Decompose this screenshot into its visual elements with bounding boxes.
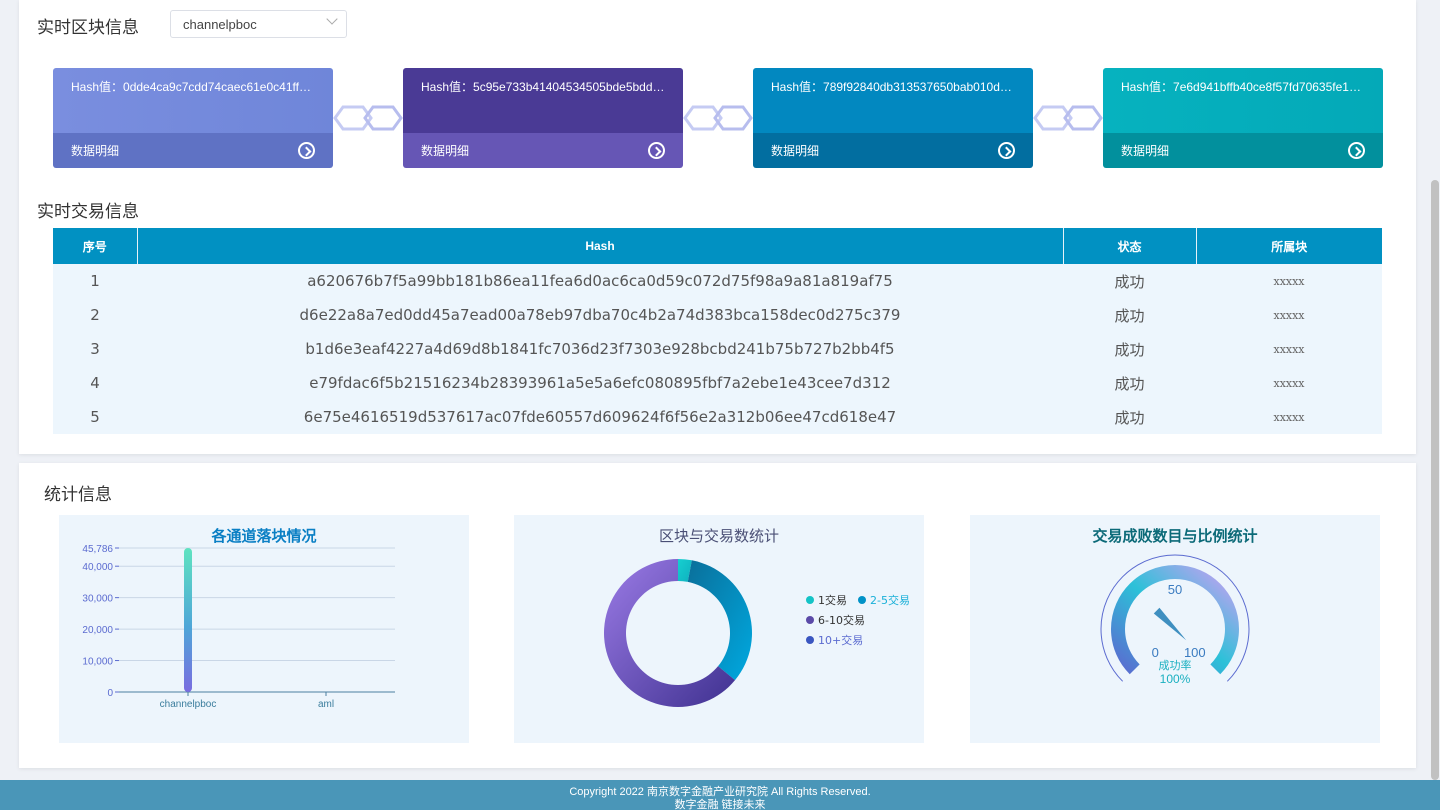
row-hash: b1d6e3eaf4227a4d69d8b1841fc7036d23f7303e…	[137, 332, 1063, 366]
table-row[interactable]: 4 e79fdac6f5b21516234b28393961a5e5a6efc0…	[53, 366, 1382, 400]
gauge-tick-label: 100	[1184, 645, 1206, 660]
x-tick-label: channelpboc	[160, 699, 217, 710]
legend-swatch	[806, 596, 814, 604]
donut-slice[interactable]	[687, 560, 752, 681]
header-status: 状态	[1063, 228, 1197, 264]
table-row[interactable]: 1 a620676b7f5a99bb181b86ea11fea6d0ac6ca0…	[53, 264, 1382, 298]
realtime-block-title: 实时区块信息	[37, 18, 139, 38]
row-hash: e79fdac6f5b21516234b28393961a5e5a6efc080…	[137, 366, 1063, 400]
row-index: 4	[53, 366, 137, 400]
bar-chart: 45,786 40,000 30,000 20,000 10,000 0 channelpb…	[82, 544, 395, 710]
block-hash: Hash值：5c95e733b41404534505bde5bddfa9…	[403, 68, 683, 133]
channel-select-value: channelpboc	[183, 17, 257, 32]
row-block: xxxxx	[1196, 366, 1382, 400]
donut-chart-panel: 区块与交易数统计 1交易 2-5交易 6-10交易 10+交易	[514, 515, 924, 743]
chain-link-icon	[333, 105, 403, 131]
block-detail-bar[interactable]: 数据明细	[53, 133, 333, 168]
donut-chart: 1交易 2-5交易 6-10交易 10+交易	[604, 559, 910, 707]
footer: Copyright 2022 南京数字金融产业研究院 All Rights Re…	[0, 780, 1440, 810]
y-tick-label: 40,000	[82, 562, 113, 573]
block-card[interactable]: Hash值：789f92840db313537650bab010d339… 数据…	[753, 68, 1033, 168]
footer-slogan: 数字金融 链接未来	[674, 799, 766, 810]
block-detail-bar[interactable]: 数据明细	[403, 133, 683, 168]
chain-link-icon	[1033, 105, 1103, 131]
row-block: xxxxx	[1196, 332, 1382, 366]
row-index: 5	[53, 400, 137, 434]
legend-swatch	[806, 616, 814, 624]
legend-swatch	[858, 596, 866, 604]
chevron-down-icon	[326, 13, 338, 25]
row-status: 成功	[1063, 366, 1196, 400]
block-detail-label: 数据明细	[71, 144, 120, 158]
y-tick-label: 20,000	[82, 625, 113, 636]
block-hash: Hash值：789f92840db313537650bab010d339…	[753, 68, 1033, 133]
legend-label[interactable]: 1交易	[818, 593, 847, 607]
row-block: xxxxx	[1196, 400, 1382, 434]
arrow-right-circle-icon[interactable]	[298, 142, 315, 159]
x-tick-label: aml	[318, 699, 334, 710]
arrow-right-circle-icon[interactable]	[998, 142, 1015, 159]
bar-chart-panel: 各通道落块情况 45,786 40,000 30,000 20,000 10,000 0 c…	[59, 515, 469, 743]
block-hash: Hash值：0dde4ca9c7cdd74caec61e0c41ff570…	[53, 68, 333, 133]
row-hash: d6e22a8a7ed0dd45a7ead00a78eb97dba70c4b2a…	[137, 298, 1063, 332]
row-status: 成功	[1063, 298, 1196, 332]
row-block: xxxxx	[1196, 298, 1382, 332]
arrow-right-circle-icon[interactable]	[1348, 142, 1365, 159]
stats-title: 统计信息	[44, 485, 112, 505]
table-row[interactable]: 2 d6e22a8a7ed0dd45a7ead00a78eb97dba70c4b…	[53, 298, 1382, 332]
y-tick-label: 30,000	[82, 594, 113, 605]
gauge-value: 100%	[1160, 672, 1191, 686]
table-row[interactable]: 5 6e75e4616519d537617ac07fde60557d609624…	[53, 400, 1382, 434]
y-tick-label: 10,000	[82, 657, 113, 668]
row-status: 成功	[1063, 264, 1196, 298]
gauge-chart: 0 50 100成功率100%	[1100, 554, 1250, 686]
chain-link-icon	[683, 105, 753, 131]
legend-swatch	[806, 636, 814, 644]
row-status: 成功	[1063, 400, 1196, 434]
block-card[interactable]: Hash值：0dde4ca9c7cdd74caec61e0c41ff570… 数…	[53, 68, 333, 168]
block-detail-label: 数据明细	[771, 144, 820, 158]
block-detail-bar[interactable]: 数据明细	[1103, 133, 1383, 168]
row-hash: a620676b7f5a99bb181b86ea11fea6d0ac6ca0d5…	[137, 264, 1063, 298]
header-hash: Hash	[137, 228, 1064, 264]
gauge-chart-panel: 交易成败数目与比例统计 0 50 100 成功率 100%	[970, 515, 1380, 743]
tx-table-header: 序号 Hash 状态 所属块	[53, 228, 1382, 264]
realtime-tx-title: 实时交易信息	[37, 202, 139, 222]
y-tick-label: 45,786	[82, 544, 113, 555]
arrow-right-circle-icon[interactable]	[648, 142, 665, 159]
gauge-needle	[1153, 607, 1187, 641]
block-card[interactable]: Hash值：5c95e733b41404534505bde5bddfa9… 数据…	[403, 68, 683, 168]
block-detail-bar[interactable]: 数据明细	[753, 133, 1033, 168]
block-card[interactable]: Hash值：7e6d941bffb40ce8f57fd70635fe1244… …	[1103, 68, 1383, 168]
channel-select[interactable]: channelpboc	[170, 10, 347, 38]
header-block: 所属块	[1196, 228, 1382, 264]
block-detail-label: 数据明细	[1121, 144, 1170, 158]
row-index: 1	[53, 264, 137, 298]
tx-table: 序号 Hash 状态 所属块 1 a620676b7f5a99bb181b86e…	[53, 228, 1382, 434]
table-row[interactable]: 3 b1d6e3eaf4227a4d69d8b1841fc7036d23f730…	[53, 332, 1382, 366]
block-detail-label: 数据明细	[421, 144, 470, 158]
gauge-tick-label: 0	[1152, 645, 1159, 660]
block-hash: Hash值：7e6d941bffb40ce8f57fd70635fe1244…	[1103, 68, 1383, 133]
header-index: 序号	[53, 228, 138, 264]
legend-label[interactable]: 6-10交易	[818, 613, 865, 627]
footer-copyright: Copyright 2022 南京数字金融产业研究院 All Rights Re…	[569, 786, 871, 798]
row-index: 2	[53, 298, 137, 332]
row-index: 3	[53, 332, 137, 366]
legend-label[interactable]: 2-5交易	[870, 593, 910, 607]
row-block: xxxxx	[1196, 264, 1382, 298]
scrollbar[interactable]	[1431, 180, 1439, 780]
y-tick-label: 0	[107, 688, 113, 699]
row-status: 成功	[1063, 332, 1196, 366]
gauge-label: 成功率	[1159, 658, 1192, 672]
legend-label[interactable]: 10+交易	[818, 633, 863, 647]
row-hash: 6e75e4616519d537617ac07fde60557d609624f6…	[137, 400, 1063, 434]
gauge-tick-label: 50	[1168, 582, 1182, 597]
bar[interactable]	[184, 548, 192, 692]
